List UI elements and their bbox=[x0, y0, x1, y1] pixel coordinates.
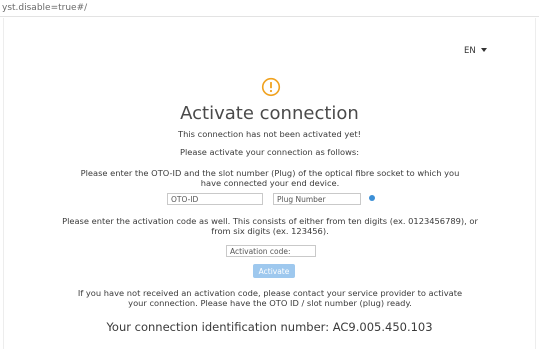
address-bar[interactable]: yst.disable=true#/ bbox=[0, 0, 539, 17]
not-activated-text: This connection has not been activated y… bbox=[178, 129, 361, 139]
warning-icon bbox=[261, 77, 281, 97]
connection-id-text: Your connection identification number: A… bbox=[106, 320, 433, 334]
activation-code-input[interactable] bbox=[226, 245, 316, 257]
code-instruction-text: Please enter the activation code as well… bbox=[62, 216, 478, 236]
language-label: EN bbox=[464, 46, 476, 56]
activate-instructions-text: Please activate your connection as follo… bbox=[179, 147, 360, 157]
plug-number-input[interactable] bbox=[273, 193, 361, 205]
page-title: Activate connection bbox=[180, 103, 359, 124]
help-text: If you have not received an activation c… bbox=[77, 288, 463, 308]
language-selector[interactable]: EN bbox=[464, 46, 487, 56]
oto-id-input[interactable] bbox=[167, 193, 263, 205]
oto-instruction-text: Please enter the OTO-ID and the slot num… bbox=[80, 168, 460, 188]
url-text: yst.disable=true#/ bbox=[2, 3, 88, 13]
activate-button[interactable]: Activate bbox=[253, 264, 295, 278]
caret-down-icon bbox=[480, 48, 487, 52]
info-icon[interactable] bbox=[369, 195, 375, 201]
